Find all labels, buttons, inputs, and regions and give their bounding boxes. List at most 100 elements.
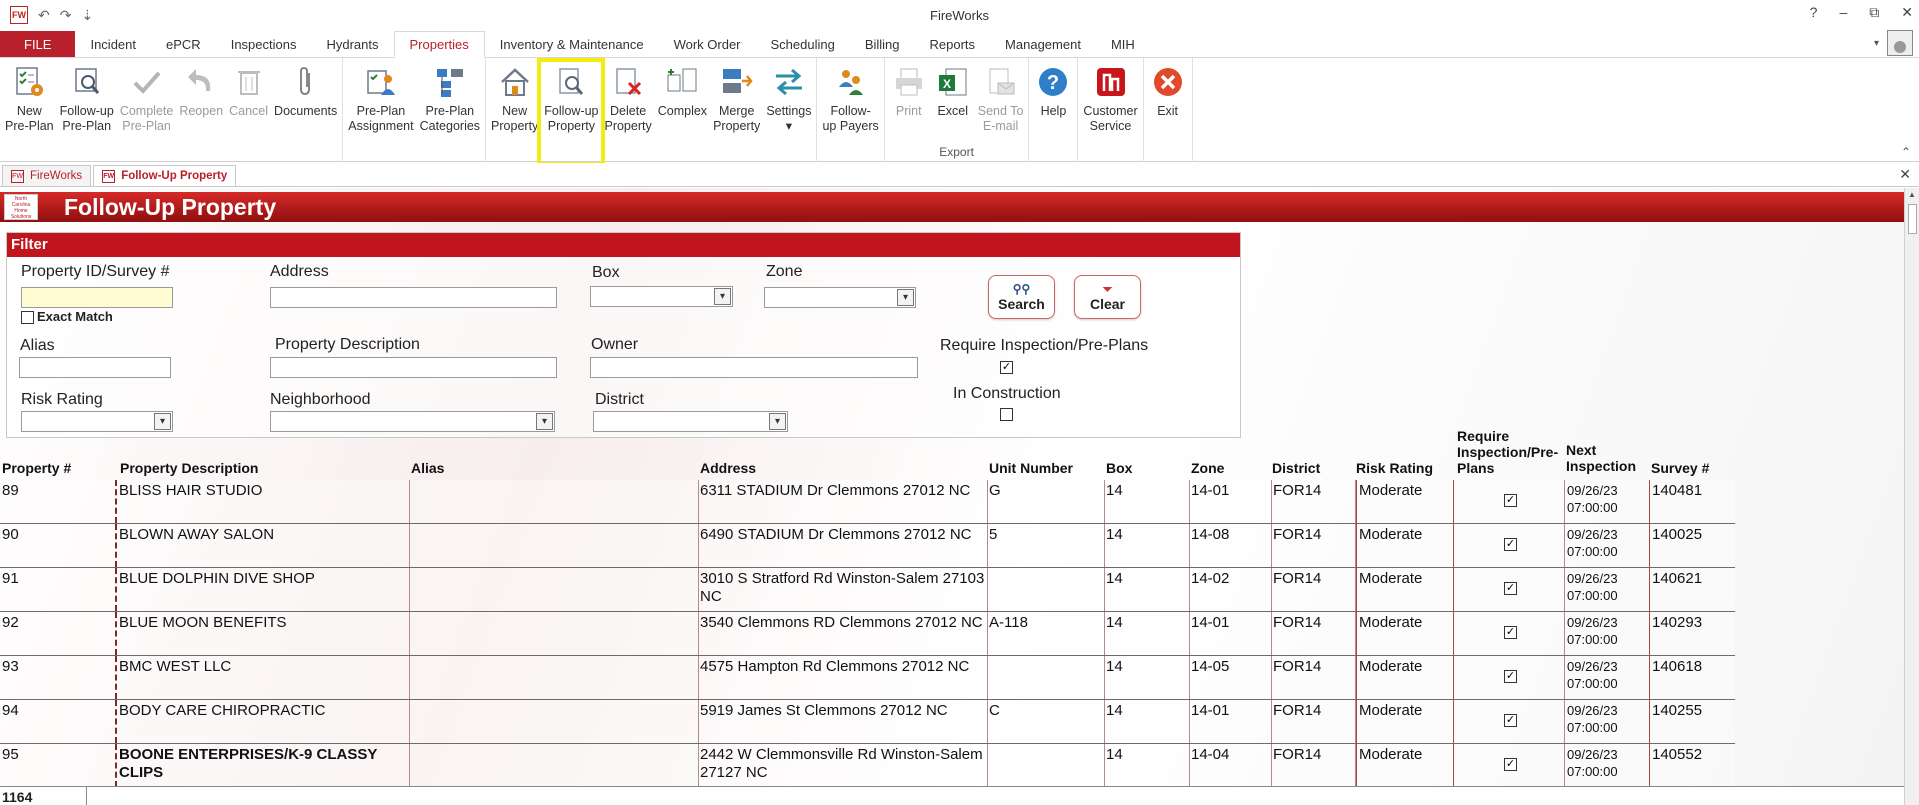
cell-survey-number[interactable]: 140552 bbox=[1650, 744, 1736, 786]
cell-require-inspection-checkbox[interactable]: ✓ bbox=[1504, 714, 1517, 727]
require-inspection-checkbox[interactable]: ✓ bbox=[1000, 361, 1013, 374]
cell-box[interactable]: 14 bbox=[1104, 524, 1190, 567]
print-button[interactable]: Print bbox=[887, 62, 931, 144]
reopen-button[interactable]: Reopen bbox=[176, 62, 226, 162]
cell-next-inspection[interactable]: 09/26/23 07:00:00 bbox=[1565, 480, 1650, 523]
complete-preplan-button[interactable]: Complete Pre-Plan bbox=[117, 62, 177, 162]
cell-require-inspection-checkbox[interactable]: ✓ bbox=[1504, 494, 1517, 507]
cell-property-number[interactable]: 94 bbox=[0, 700, 117, 743]
address-input[interactable] bbox=[270, 287, 557, 308]
exact-match-checkbox[interactable] bbox=[21, 311, 34, 324]
cell-unit-number[interactable]: C bbox=[987, 700, 1104, 743]
cell-district[interactable]: FOR14 bbox=[1271, 524, 1355, 567]
cell-survey-number[interactable]: 140293 bbox=[1650, 612, 1736, 655]
new-property-button[interactable]: New Property bbox=[488, 62, 541, 162]
cell-next-inspection[interactable]: 09/26/23 07:00:00 bbox=[1565, 612, 1650, 655]
cell-district[interactable]: FOR14 bbox=[1271, 568, 1355, 611]
cell-address[interactable]: 6311 STADIUM Dr Clemmons 27012 NC bbox=[698, 480, 988, 523]
cell-risk-rating[interactable]: Moderate bbox=[1356, 524, 1454, 567]
ribbon-options-icon[interactable]: ▾ bbox=[1874, 38, 1879, 49]
col-require-inspection[interactable]: Require Inspection/Pre-Plans bbox=[1457, 428, 1558, 476]
cell-district[interactable]: FOR14 bbox=[1271, 700, 1355, 743]
cell-unit-number[interactable] bbox=[987, 744, 1104, 786]
table-row[interactable]: 94 BODY CARE CHIROPRACTIC 5919 James St … bbox=[0, 700, 1735, 744]
cell-unit-number[interactable] bbox=[987, 568, 1104, 611]
property-description-input[interactable] bbox=[270, 357, 557, 378]
preplan-assignment-button[interactable]: Pre-Plan Assignment bbox=[345, 62, 416, 162]
cell-property-number[interactable]: 89 bbox=[0, 480, 117, 523]
cell-address[interactable]: 5919 James St Clemmons 27012 NC bbox=[698, 700, 988, 743]
vertical-scrollbar[interactable]: ▲ bbox=[1904, 188, 1919, 805]
cell-unit-number[interactable] bbox=[987, 656, 1104, 699]
cell-zone[interactable]: 14-01 bbox=[1189, 612, 1271, 655]
table-row[interactable]: 91 BLUE DOLPHIN DIVE SHOP 3010 S Stratfo… bbox=[0, 568, 1735, 612]
tab-scheduling[interactable]: Scheduling bbox=[756, 31, 850, 57]
cell-property-description[interactable]: BLUE MOON BENEFITS bbox=[117, 612, 410, 655]
cell-require-inspection-checkbox[interactable]: ✓ bbox=[1504, 758, 1517, 771]
col-zone[interactable]: Zone bbox=[1191, 460, 1224, 476]
box-select[interactable]: ▾ bbox=[590, 286, 733, 307]
exit-button[interactable]: Exit bbox=[1146, 62, 1190, 162]
cell-next-inspection[interactable]: 09/26/23 07:00:00 bbox=[1565, 568, 1650, 611]
cell-zone[interactable]: 14-04 bbox=[1189, 744, 1271, 786]
cell-alias[interactable] bbox=[410, 656, 699, 699]
col-risk-rating[interactable]: Risk Rating bbox=[1356, 460, 1433, 476]
cell-zone[interactable]: 14-05 bbox=[1189, 656, 1271, 699]
cell-property-description[interactable]: BLOWN AWAY SALON bbox=[117, 524, 410, 567]
alias-input[interactable] bbox=[19, 357, 171, 378]
cell-unit-number[interactable]: G bbox=[987, 480, 1104, 523]
tab-mih[interactable]: MIH bbox=[1096, 31, 1150, 57]
cell-box[interactable]: 14 bbox=[1104, 568, 1190, 611]
user-avatar[interactable] bbox=[1887, 30, 1913, 56]
cell-zone[interactable]: 14-02 bbox=[1189, 568, 1271, 611]
customer-service-button[interactable]: Customer Service bbox=[1080, 62, 1140, 162]
close-button[interactable]: ✕ bbox=[1901, 4, 1913, 21]
cell-property-number[interactable]: 95 bbox=[0, 744, 117, 786]
cell-property-number[interactable]: 93 bbox=[0, 656, 117, 699]
complex-button[interactable]: Complex bbox=[655, 62, 710, 162]
cell-survey-number[interactable]: 140618 bbox=[1650, 656, 1736, 699]
cell-survey-number[interactable]: 140255 bbox=[1650, 700, 1736, 743]
tab-file[interactable]: FILE bbox=[0, 31, 76, 57]
tab-hydrants[interactable]: Hydrants bbox=[311, 31, 393, 57]
cell-risk-rating[interactable]: Moderate bbox=[1356, 612, 1454, 655]
tab-inventory-maintenance[interactable]: Inventory & Maintenance bbox=[485, 31, 659, 57]
cell-risk-rating[interactable]: Moderate bbox=[1356, 656, 1454, 699]
cell-zone[interactable]: 14-08 bbox=[1189, 524, 1271, 567]
cell-property-description[interactable]: BMC WEST LLC bbox=[117, 656, 410, 699]
close-document-icon[interactable]: ✕ bbox=[1899, 166, 1911, 183]
cell-box[interactable]: 14 bbox=[1104, 480, 1190, 523]
cell-box[interactable]: 14 bbox=[1104, 612, 1190, 655]
search-button[interactable]: ⚲⚲ Search bbox=[988, 275, 1055, 319]
col-alias[interactable]: Alias bbox=[411, 460, 444, 476]
merge-property-button[interactable]: Merge Property bbox=[710, 62, 763, 162]
cell-property-number[interactable]: 90 bbox=[0, 524, 117, 567]
cell-address[interactable]: 4575 Hampton Rd Clemmons 27012 NC bbox=[698, 656, 988, 699]
redo-icon[interactable]: ↷ bbox=[60, 7, 72, 24]
scroll-thumb[interactable] bbox=[1908, 204, 1917, 234]
cancel-button[interactable]: Cancel bbox=[226, 62, 271, 162]
cell-next-inspection[interactable]: 09/26/23 07:00:00 bbox=[1565, 524, 1650, 567]
cell-property-description[interactable]: BODY CARE CHIROPRACTIC bbox=[117, 700, 410, 743]
table-row[interactable]: 93 BMC WEST LLC 4575 Hampton Rd Clemmons… bbox=[0, 656, 1735, 700]
cell-alias[interactable] bbox=[410, 744, 699, 786]
cell-require-inspection-checkbox[interactable]: ✓ bbox=[1504, 582, 1517, 595]
cell-property-number[interactable]: 92 bbox=[0, 612, 117, 655]
table-row[interactable]: 90 BLOWN AWAY SALON 6490 STADIUM Dr Clem… bbox=[0, 524, 1735, 568]
tab-epcr[interactable]: ePCR bbox=[151, 31, 216, 57]
cell-require-inspection-checkbox[interactable]: ✓ bbox=[1504, 626, 1517, 639]
col-survey-number[interactable]: Survey # bbox=[1651, 460, 1709, 476]
cell-address[interactable]: 6490 STADIUM Dr Clemmons 27012 NC bbox=[698, 524, 988, 567]
table-row[interactable]: 95 BOONE ENTERPRISES/K-9 CLASSY CLIPS 24… bbox=[0, 744, 1735, 786]
cell-address[interactable]: 3540 Clemmons RD Clemmons 27012 NC bbox=[698, 612, 988, 655]
preplan-categories-button[interactable]: Pre-Plan Categories bbox=[417, 62, 483, 162]
tab-inspections[interactable]: Inspections bbox=[216, 31, 312, 57]
property-id-input[interactable] bbox=[21, 287, 173, 308]
cell-survey-number[interactable]: 140025 bbox=[1650, 524, 1736, 567]
col-property-description[interactable]: Property Description bbox=[120, 460, 258, 476]
cell-district[interactable]: FOR14 bbox=[1271, 612, 1355, 655]
cell-alias[interactable] bbox=[410, 524, 699, 567]
followup-preplan-button[interactable]: Follow-up Pre-Plan bbox=[57, 62, 117, 162]
followup-property-button[interactable]: Follow-up Property bbox=[537, 58, 606, 166]
cell-risk-rating[interactable]: Moderate bbox=[1356, 744, 1454, 786]
